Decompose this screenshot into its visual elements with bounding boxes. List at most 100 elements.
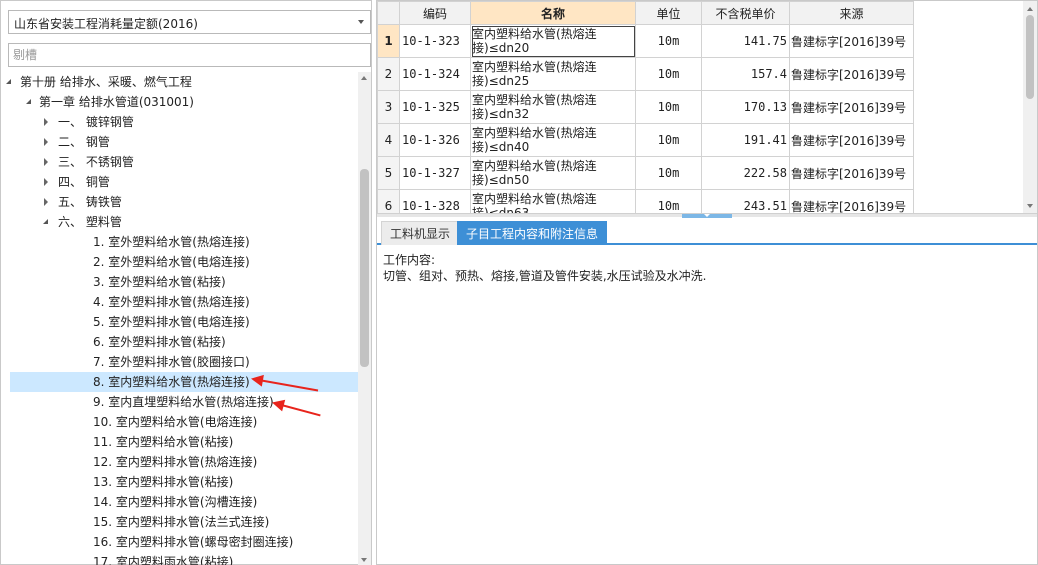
scroll-up-icon[interactable] [361,76,367,80]
tree-item[interactable]: 13. 室内塑料排水管(粘接) [1,472,358,492]
scroll-down-icon[interactable] [1027,204,1033,208]
work-content-heading: 工作内容: [383,253,436,267]
tab-material-machine[interactable]: 工料机显示 [381,221,460,245]
quota-tree-panel: 山东省安装工程消耗量定额(2016) 第十册 给排水、采暖、燃气工程第一章 给排… [0,0,372,565]
name-cell[interactable]: 室内塑料给水管(热熔连接)≤dn32 [470,90,636,124]
unit-cell[interactable]: 10m [635,123,702,157]
header-code[interactable]: 编码 [399,1,471,25]
tree-item[interactable]: 第一章 给排水管道(031001) [1,92,358,112]
search-input[interactable] [8,43,371,67]
tree-item-label: 三、 不锈钢管 [58,155,134,169]
tree-item[interactable]: 四、 铜管 [1,172,358,192]
name-cell[interactable]: 室内塑料给水管(热熔连接)≤dn20 [470,24,636,58]
code-cell[interactable]: 10-1-324 [399,57,471,91]
tree-item[interactable]: 二、 钢管 [1,132,358,152]
code-cell[interactable]: 10-1-323 [399,24,471,58]
panel-splitter[interactable] [377,213,1037,218]
tree-item[interactable]: 14. 室内塑料排水管(沟槽连接) [1,492,358,512]
table-row[interactable]: 6 10-1-328 室内塑料给水管(热熔连接)≤dn63 10m 243.51 鲁建标字… [377,189,914,214]
row-number[interactable]: 6 [377,189,400,214]
unit-cell[interactable]: 10m [635,90,702,124]
header-source[interactable]: 来源 [789,1,914,25]
unit-cell[interactable]: 10m [635,24,702,58]
tab-work-content[interactable]: 子目工程内容和附注信息 [457,221,608,245]
header-rownum[interactable] [377,1,400,25]
scroll-up-icon[interactable] [1027,7,1033,11]
expand-arrow-icon[interactable] [42,172,52,192]
price-cell[interactable]: 141.75 [701,24,790,58]
tree-item[interactable]: 16. 室内塑料排水管(螺母密封圈连接) [1,532,358,552]
table-row[interactable]: 2 10-1-324 室内塑料给水管(热熔连接)≤dn25 10m 157.4 鲁建标字[… [377,57,914,91]
tree-item[interactable]: 6. 室外塑料排水管(粘接) [1,332,358,352]
tree-item[interactable]: 三、 不锈钢管 [1,152,358,172]
unit-cell[interactable]: 10m [635,189,702,214]
source-cell[interactable]: 鲁建标字[2016]39号 [789,90,914,124]
tree-item[interactable]: 9. 室内直埋塑料给水管(热熔连接) [1,392,358,412]
tree-item[interactable]: 3. 室外塑料给水管(粘接) [1,272,358,292]
chevron-down-icon[interactable] [358,20,364,24]
code-cell[interactable]: 10-1-326 [399,123,471,157]
price-cell[interactable]: 222.58 [701,156,790,190]
collapse-arrow-icon[interactable] [42,212,52,232]
source-cell[interactable]: 鲁建标字[2016]39号 [789,123,914,157]
expand-arrow-icon[interactable] [42,152,52,172]
code-cell[interactable]: 10-1-325 [399,90,471,124]
tree-item[interactable]: 五、 铸铁管 [1,192,358,212]
header-unit[interactable]: 单位 [635,1,702,25]
tree-item[interactable]: 15. 室内塑料排水管(法兰式连接) [1,512,358,532]
tree-item[interactable]: 2. 室外塑料给水管(电熔连接) [1,252,358,272]
source-cell[interactable]: 鲁建标字[2016]39号 [789,24,914,58]
code-cell[interactable]: 10-1-327 [399,156,471,190]
tree-scrollbar[interactable] [358,72,371,565]
row-number[interactable]: 5 [377,156,400,190]
quota-selector[interactable]: 山东省安装工程消耗量定额(2016) [8,10,371,34]
row-number[interactable]: 2 [377,57,400,91]
tree-item[interactable]: 17. 室内塑料雨水管(粘接) [1,552,358,565]
name-cell[interactable]: 室内塑料给水管(热熔连接)≤dn25 [470,57,636,91]
tree-item[interactable]: 11. 室内塑料给水管(粘接) [1,432,358,452]
scroll-down-icon[interactable] [361,558,367,562]
name-cell[interactable]: 室内塑料给水管(热熔连接)≤dn50 [470,156,636,190]
collapse-arrow-icon[interactable] [25,92,35,112]
header-name[interactable]: 名称 [470,1,636,25]
grid-scrollbar[interactable] [1023,1,1037,214]
code-cell[interactable]: 10-1-328 [399,189,471,214]
tree-item[interactable]: 第十册 给排水、采暖、燃气工程 [1,72,358,92]
expand-arrow-icon[interactable] [42,132,52,152]
name-cell[interactable]: 室内塑料给水管(热熔连接)≤dn40 [470,123,636,157]
tree-item[interactable]: 1. 室外塑料给水管(热熔连接) [1,232,358,252]
unit-cell[interactable]: 10m [635,156,702,190]
row-number[interactable]: 4 [377,123,400,157]
expand-arrow-icon[interactable] [42,112,52,132]
price-cell[interactable]: 157.4 [701,57,790,91]
tree-scrollbar-thumb[interactable] [360,169,369,367]
table-row[interactable]: 3 10-1-325 室内塑料给水管(热熔连接)≤dn32 10m 170.13 鲁建标字… [377,90,914,124]
collapse-arrow-icon[interactable] [5,72,15,92]
name-cell[interactable]: 室内塑料给水管(热熔连接)≤dn63 [470,189,636,214]
row-number[interactable]: 3 [377,90,400,124]
tree-item[interactable]: 12. 室内塑料排水管(热熔连接) [1,452,358,472]
price-cell[interactable]: 170.13 [701,90,790,124]
source-cell[interactable]: 鲁建标字[2016]39号 [789,189,914,214]
tree-item[interactable]: 六、 塑料管 [1,212,358,232]
quota-selector-value: 山东省安装工程消耗量定额(2016) [14,17,198,31]
grid-scrollbar-thumb[interactable] [1026,15,1034,99]
expand-arrow-icon[interactable] [42,192,52,212]
source-cell[interactable]: 鲁建标字[2016]39号 [789,156,914,190]
table-row[interactable]: 5 10-1-327 室内塑料给水管(热熔连接)≤dn50 10m 222.58 鲁建标字… [377,156,914,190]
price-cell[interactable]: 243.51 [701,189,790,214]
tree-item[interactable]: 5. 室外塑料排水管(电熔连接) [1,312,358,332]
source-cell[interactable]: 鲁建标字[2016]39号 [789,57,914,91]
tree-item[interactable]: 10. 室内塑料给水管(电熔连接) [1,412,358,432]
tree-item-label: 14. 室内塑料排水管(沟槽连接) [93,495,258,509]
table-row[interactable]: 1 10-1-323 室内塑料给水管(热熔连接)≤dn20 10m 141.75 鲁建标字… [377,24,914,58]
collapse-grip-icon[interactable] [682,214,732,218]
table-row[interactable]: 4 10-1-326 室内塑料给水管(热熔连接)≤dn40 10m 191.41 鲁建标字… [377,123,914,157]
header-price[interactable]: 不含税单价 [701,1,790,25]
row-number[interactable]: 1 [377,24,400,58]
tree-item[interactable]: 一、 镀锌钢管 [1,112,358,132]
unit-cell[interactable]: 10m [635,57,702,91]
tree-item[interactable]: 4. 室外塑料排水管(热熔连接) [1,292,358,312]
tree-item[interactable]: 7. 室外塑料排水管(胶圈接口) [1,352,358,372]
price-cell[interactable]: 191.41 [701,123,790,157]
